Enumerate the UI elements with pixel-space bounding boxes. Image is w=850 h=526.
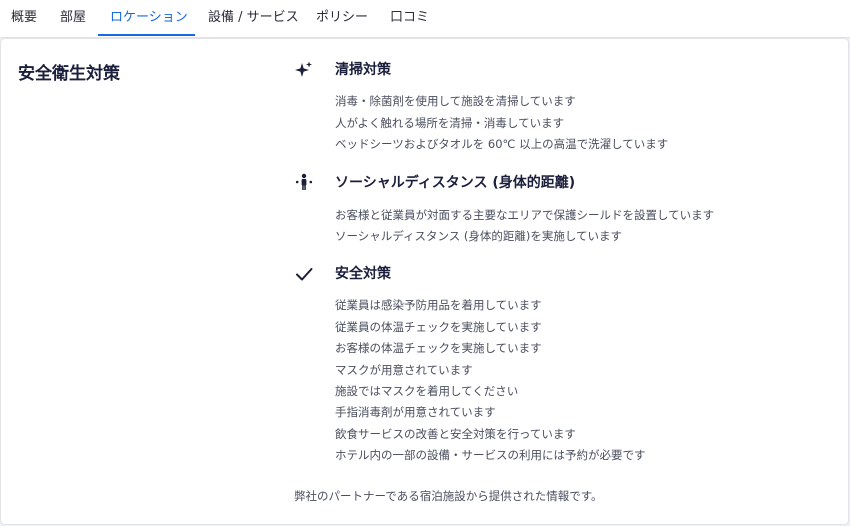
list-item: 消毒・除菌剤を使用して施設を清掃しています: [335, 94, 576, 108]
tab-overview[interactable]: 概要: [11, 0, 37, 36]
list-item: ベッドシーツおよびタオルを 60℃ 以上の高温で洗濯しています: [335, 137, 669, 151]
section-title: 安全衛生対策: [18, 64, 120, 84]
group-heading-social-distancing: ソーシャルディスタンス (身体的距離): [335, 175, 576, 191]
group-heading-safety: 安全対策: [335, 266, 391, 282]
tab-policies[interactable]: ポリシー: [316, 0, 368, 36]
list-item: お客様の体温チェックを実施しています: [335, 341, 542, 355]
list-item: 従業員は感染予防用品を着用しています: [335, 298, 542, 312]
active-tab-indicator: [98, 34, 195, 36]
list-item: ソーシャルディスタンス (身体的距離)を実施しています: [335, 229, 623, 243]
partner-info-note: 弊社のパートナーである宿泊施設から提供された情報です。: [294, 489, 603, 503]
tab-bar: 概要 部屋 ロケーション 設備 / サービス ポリシー 口コミ: [0, 0, 850, 38]
sparkle-icon: [295, 61, 312, 77]
tab-amenities[interactable]: 設備 / サービス: [208, 0, 299, 36]
list-item: ホテル内の一部の設備・サービスの利用には予約が必要です: [335, 448, 646, 462]
list-item: 人がよく触れる場所を清掃・消毒しています: [335, 116, 565, 130]
tab-reviews[interactable]: 口コミ: [390, 0, 429, 36]
list-item: マスクが用意されています: [335, 363, 473, 377]
group-heading-cleaning: 清掃対策: [335, 62, 391, 78]
list-item: 従業員の体温チェックを実施しています: [335, 320, 542, 334]
list-item: お客様と従業員が対面する主要なエリアで保護シールドを設置しています: [335, 208, 715, 222]
list-item: 施設ではマスクを着用してください: [335, 384, 519, 398]
social-distance-icon: [295, 173, 313, 190]
tab-location[interactable]: ロケーション: [110, 0, 188, 36]
tab-rooms[interactable]: 部屋: [60, 0, 86, 36]
checkmark-icon: [296, 268, 313, 281]
list-item: 手指消毒剤が用意されています: [335, 405, 496, 419]
list-item: 飲食サービスの改善と安全対策を行っています: [335, 427, 576, 441]
